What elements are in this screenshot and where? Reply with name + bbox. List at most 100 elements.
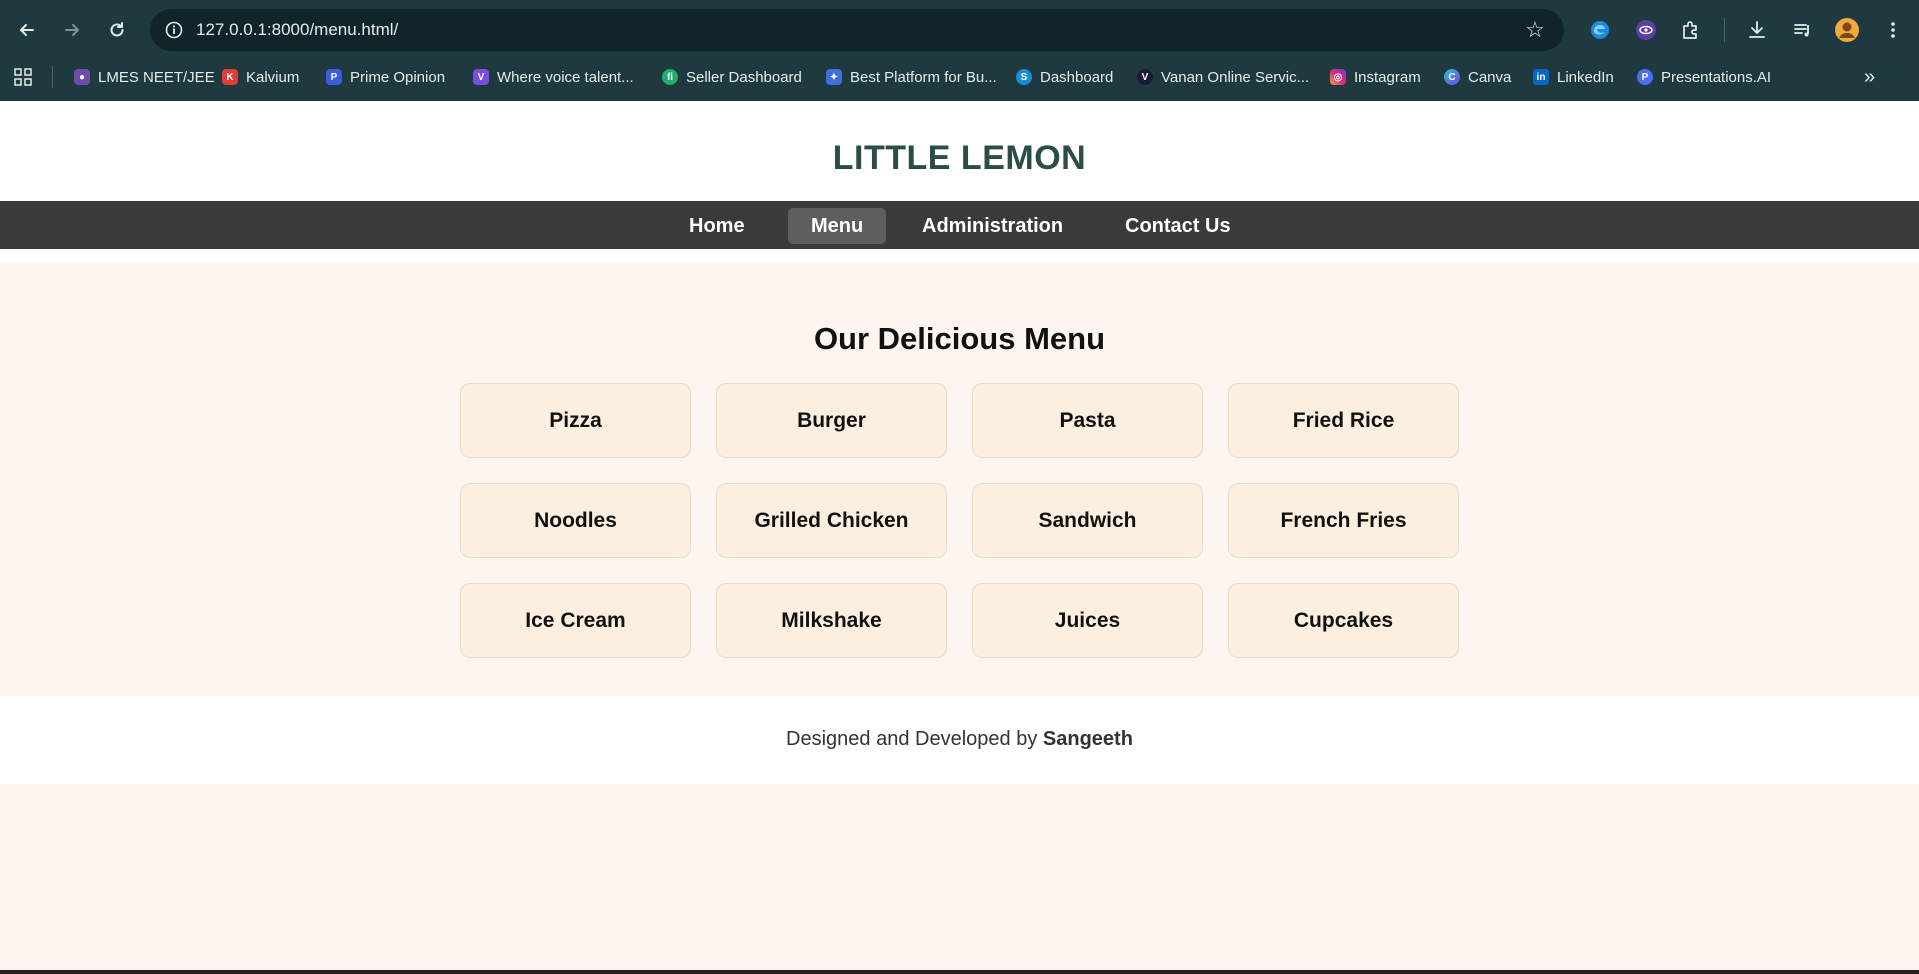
bookmark-canva[interactable]: C Canva [1444,62,1511,92]
menu-item-card[interactable]: French Fries [1228,483,1459,558]
chevron-double-right-icon: » [1864,65,1876,88]
bookmark-label: Canva [1468,68,1512,86]
bookmark-label: Where voice talent... [497,68,634,86]
browser-menu-button[interactable] [1877,14,1909,46]
address-bar[interactable]: 127.0.0.1:8000/menu.html/ ☆ [150,9,1564,51]
vanan-icon: V [1137,69,1153,85]
seller-dashboard-icon: fi [662,69,678,85]
bookmark-voice-talent[interactable]: V Where voice talent... [473,62,634,92]
site-header: LITTLE LEMON [0,101,1919,201]
menu-title: Our Delicious Menu [813,321,1106,356]
playlist-icon [1794,24,1809,37]
forward-button[interactable] [56,14,88,46]
page-bottom-area [0,784,1919,970]
main-navbar: Home Menu Administration Contact Us [0,201,1919,249]
bookmark-label: LinkedIn [1557,68,1614,86]
browser-toolbar: 127.0.0.1:8000/menu.html/ ☆ [0,0,1919,60]
star-icon: ☆ [1525,17,1545,42]
bookmark-label: Vanan Online Servic... [1161,68,1310,86]
bookmark-instagram[interactable]: ◎ Instagram [1330,62,1421,92]
toolbar-divider [1724,18,1725,42]
menu-item-card[interactable]: Fried Rice [1228,383,1459,458]
bookmark-lmes[interactable]: ● LMES NEET/JEE [74,62,215,92]
menu-section: Our Delicious Menu Pizza Burger Pasta Fr… [0,263,1919,696]
profile-button[interactable] [1831,14,1863,46]
avatar [1835,18,1859,42]
bookmark-prime-opinion[interactable]: P Prime Opinion [326,62,445,92]
dashboard-icon: S [1016,69,1032,85]
nav-home[interactable]: Home [666,208,768,244]
footer-credit: Designed and Developed by Sangeeth [0,728,1919,751]
bookmarks-bar: ● LMES NEET/JEE K Kalvium P Prime Opinio… [0,62,1919,92]
bookmark-star-button[interactable]: ☆ [1520,15,1550,45]
menu-item-card[interactable]: Milkshake [716,583,947,658]
bookmark-best-platform[interactable]: ✦ Best Platform for Bu... [826,62,997,92]
canva-icon: C [1444,69,1460,85]
back-button[interactable] [11,14,43,46]
extensions-button[interactable] [1675,14,1707,46]
reload-icon [110,22,124,37]
browser-chrome: 127.0.0.1:8000/menu.html/ ☆ ● LMES NEET/… [0,0,1919,101]
reload-button[interactable] [101,14,133,46]
instagram-icon: ◎ [1330,69,1346,85]
url-text[interactable]: 127.0.0.1:8000/menu.html/ [196,20,398,40]
lmes-icon: ● [74,69,90,85]
eye-icon [1636,20,1656,40]
menu-grid: Pizza Burger Pasta Fried Rice Noodles Gr… [460,383,1460,658]
eye-extension-button[interactable] [1630,14,1662,46]
more-bookmarks-button[interactable]: » [1864,62,1875,92]
info-icon [165,21,183,39]
arrow-left-icon [20,24,34,36]
bookmark-label: LMES NEET/JEE [98,68,215,86]
kalvium-icon: K [222,69,238,85]
edge-icon [1591,21,1609,39]
puzzle-icon [1683,21,1697,39]
menu-item-card[interactable]: Grilled Chicken [716,483,947,558]
apps-grid-icon [14,68,32,86]
bookmarks-divider [52,66,53,88]
prime-opinion-icon: P [326,69,342,85]
nav-menu[interactable]: Menu [788,208,887,244]
menu-item-card[interactable]: Pizza [460,383,691,458]
bookmark-label: Instagram [1354,68,1421,86]
voice-talent-icon: V [473,69,489,85]
downloads-button[interactable] [1741,14,1773,46]
footer-prefix: Designed and Developed by [786,728,1038,750]
bookmark-label: Seller Dashboard [686,68,802,86]
bookmark-vanan[interactable]: V Vanan Online Servic... [1137,62,1309,92]
bookmark-kalvium[interactable]: K Kalvium [222,62,299,92]
brand-title: LITTLE LEMON [832,139,1087,177]
bookmark-label: Presentations.AI [1661,68,1772,86]
linkedin-icon: in [1533,69,1549,85]
bookmark-label: Prime Opinion [350,68,446,86]
bookmark-presentations-ai[interactable]: P Presentations.AI [1637,62,1771,92]
menu-item-card[interactable]: Pasta [972,383,1203,458]
apps-button[interactable] [13,62,33,92]
bookmark-seller-dashboard[interactable]: fi Seller Dashboard [662,62,802,92]
site-footer: Designed and Developed by Sangeeth [0,696,1919,784]
menu-item-card[interactable]: Sandwich [972,483,1203,558]
nav-administration[interactable]: Administration [899,208,1086,244]
arrow-right-icon [65,24,79,36]
bookmark-label: Dashboard [1040,68,1114,86]
menu-item-card[interactable]: Noodles [460,483,691,558]
site-info-button[interactable] [158,14,190,46]
edge-extension-button[interactable] [1584,14,1616,46]
download-icon [1749,21,1765,38]
bookmark-label: Kalvium [246,68,300,86]
best-platform-icon: ✦ [826,69,842,85]
media-controls-button[interactable] [1787,14,1819,46]
menu-item-card[interactable]: Ice Cream [460,583,691,658]
presentations-ai-icon: P [1637,69,1653,85]
bookmark-dashboard[interactable]: S Dashboard [1016,62,1113,92]
header-gap [0,249,1919,263]
menu-item-card[interactable]: Juices [972,583,1203,658]
footer-author: Sangeeth [1042,728,1133,750]
window-bottom-edge [0,970,1919,974]
menu-item-card[interactable]: Cupcakes [1228,583,1459,658]
more-vertical-icon [1891,22,1895,38]
menu-item-card[interactable]: Burger [716,383,947,458]
bookmark-linkedin[interactable]: in LinkedIn [1533,62,1614,92]
bookmark-label: Best Platform for Bu... [850,68,997,86]
nav-contact-us[interactable]: Contact Us [1102,208,1254,244]
